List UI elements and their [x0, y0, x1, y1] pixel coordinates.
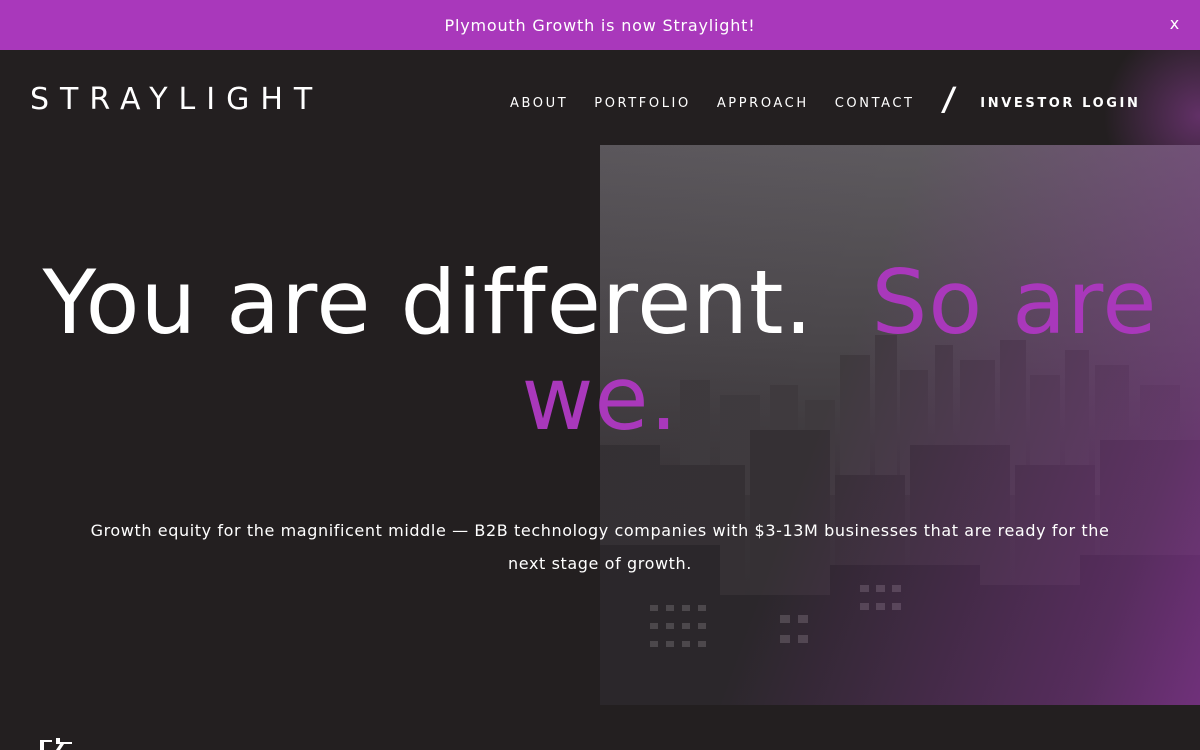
- main-nav: ABOUT PORTFOLIO APPROACH CONTACT / INVES…: [510, 80, 1140, 118]
- nav-separator: /: [939, 80, 957, 118]
- investor-login-link[interactable]: INVESTOR LOGIN: [980, 96, 1140, 111]
- nav-about[interactable]: ABOUT: [510, 96, 568, 111]
- site-header: STRAYLIGHT ABOUT PORTFOLIO APPROACH CONT…: [0, 50, 1200, 145]
- nav-contact[interactable]: CONTACT: [835, 96, 915, 111]
- hero-headline: You are different. So are we.: [0, 255, 1200, 447]
- announcement-banner: Plymouth Growth is now Straylight! x: [0, 0, 1200, 50]
- logo-mark-icon: [40, 738, 72, 750]
- banner-close-button[interactable]: x: [1170, 14, 1180, 33]
- hero-tagline: Growth equity for the magnificent middle…: [90, 521, 1110, 573]
- nav-approach[interactable]: APPROACH: [717, 96, 809, 111]
- site-logo[interactable]: STRAYLIGHT: [30, 80, 323, 120]
- headline-part-1: You are different.: [42, 251, 814, 354]
- banner-text: Plymouth Growth is now Straylight!: [444, 15, 756, 35]
- nav-portfolio[interactable]: PORTFOLIO: [594, 96, 691, 111]
